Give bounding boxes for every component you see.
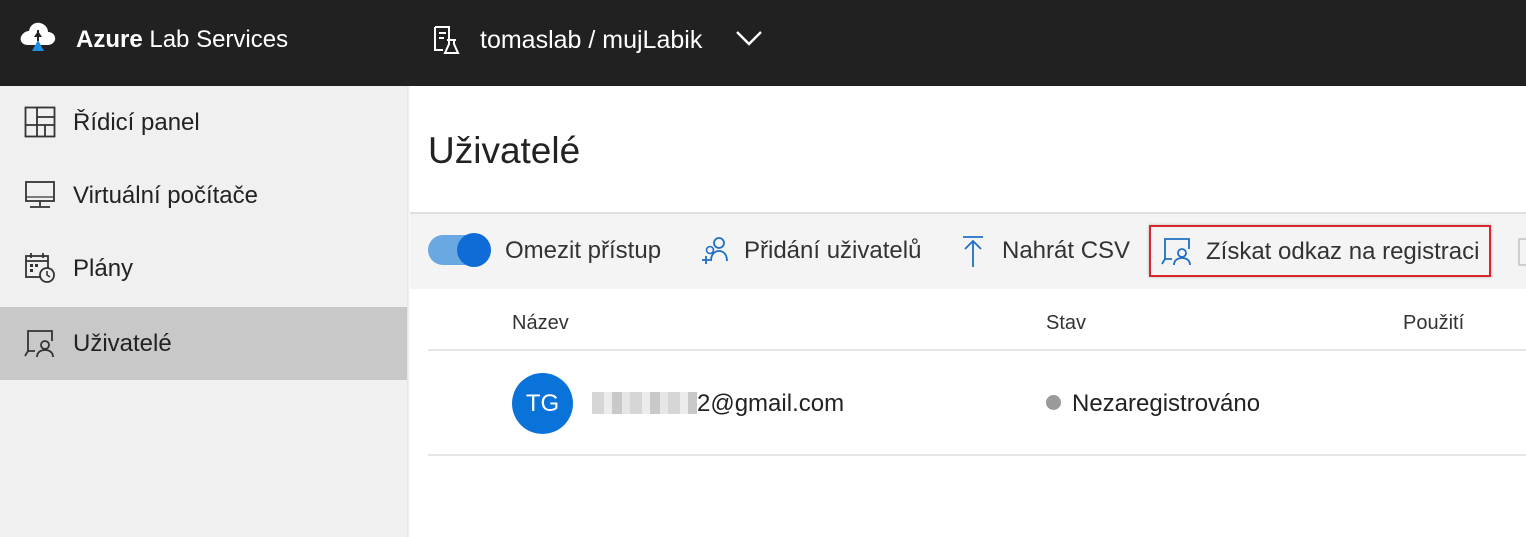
column-header-name[interactable]: Název bbox=[512, 310, 569, 336]
user-email-visible: 2@gmail.com bbox=[697, 390, 845, 417]
sidebar-item-label: Uživatelé bbox=[73, 330, 172, 357]
lab-flask-icon bbox=[434, 26, 460, 54]
sidebar: Řídicí panel Virtuální počítače Plány Už… bbox=[0, 86, 407, 537]
sidebar-item-dashboard[interactable]: Řídicí panel bbox=[0, 86, 407, 159]
calendar-clock-icon bbox=[25, 253, 55, 283]
users-board-icon bbox=[24, 330, 54, 358]
table-row[interactable]: TG 2@gmail.com Nezaregistrováno bbox=[428, 352, 1526, 454]
sidebar-item-users[interactable]: Uživatelé bbox=[0, 307, 407, 380]
column-header-usage[interactable]: Použití bbox=[1403, 310, 1464, 336]
get-registration-link-label: Získat odkaz na registraci bbox=[1206, 238, 1480, 265]
sidebar-divider bbox=[407, 86, 410, 537]
add-user-icon bbox=[702, 237, 728, 264]
toggle-knob bbox=[457, 233, 491, 267]
registration-link-icon bbox=[1161, 238, 1191, 266]
monitor-icon bbox=[25, 181, 55, 208]
status-dot-icon bbox=[1046, 395, 1061, 410]
overflow-toolbar-icon[interactable] bbox=[1518, 238, 1526, 266]
dashboard-icon bbox=[24, 106, 56, 138]
row-divider bbox=[428, 454, 1526, 456]
status-badge: Nezaregistrováno bbox=[1072, 390, 1261, 417]
header-divider bbox=[428, 349, 1526, 351]
upload-csv-label: Nahrát CSV bbox=[1002, 237, 1131, 264]
lab-selector-label[interactable]: tomaslab / mujLabik bbox=[480, 24, 702, 56]
sidebar-item-label: Plány bbox=[73, 255, 134, 282]
add-users-button[interactable]: Přidání uživatelů bbox=[695, 222, 927, 280]
sidebar-item-label: Řídicí panel bbox=[73, 109, 200, 136]
restrict-access-label: Omezit přístup bbox=[505, 237, 662, 264]
page-title: Uživatelé bbox=[428, 130, 581, 171]
sidebar-item-label: Virtuální počítače bbox=[73, 182, 259, 209]
toolbar: Omezit přístup Přidání uživatelů Nahrát … bbox=[410, 212, 1526, 289]
user-email: 2@gmail.com bbox=[592, 389, 844, 419]
column-header-status[interactable]: Stav bbox=[1046, 310, 1086, 336]
azure-lab-services-logo bbox=[20, 22, 56, 51]
app-title-bold: Azure bbox=[76, 26, 143, 53]
app-title-rest: Lab Services bbox=[142, 26, 289, 53]
add-users-label: Přidání uživatelů bbox=[744, 237, 922, 264]
upload-csv-button[interactable]: Nahrát CSV bbox=[955, 222, 1135, 280]
sidebar-item-virtual-machines[interactable]: Virtuální počítače bbox=[0, 159, 407, 232]
upload-arrow-icon bbox=[963, 236, 983, 267]
chevron-down-icon[interactable] bbox=[734, 27, 764, 49]
app-title: Azure Lab Services bbox=[76, 25, 288, 55]
sidebar-item-schedules[interactable]: Plány bbox=[0, 232, 407, 305]
restrict-access-toggle[interactable] bbox=[428, 233, 491, 267]
redacted-text bbox=[592, 392, 697, 414]
top-bar: Azure Lab Services tomaslab / mujLabik bbox=[0, 0, 1526, 86]
get-registration-link-button[interactable]: Získat odkaz na registraci bbox=[1149, 225, 1491, 277]
avatar: TG bbox=[512, 373, 573, 434]
